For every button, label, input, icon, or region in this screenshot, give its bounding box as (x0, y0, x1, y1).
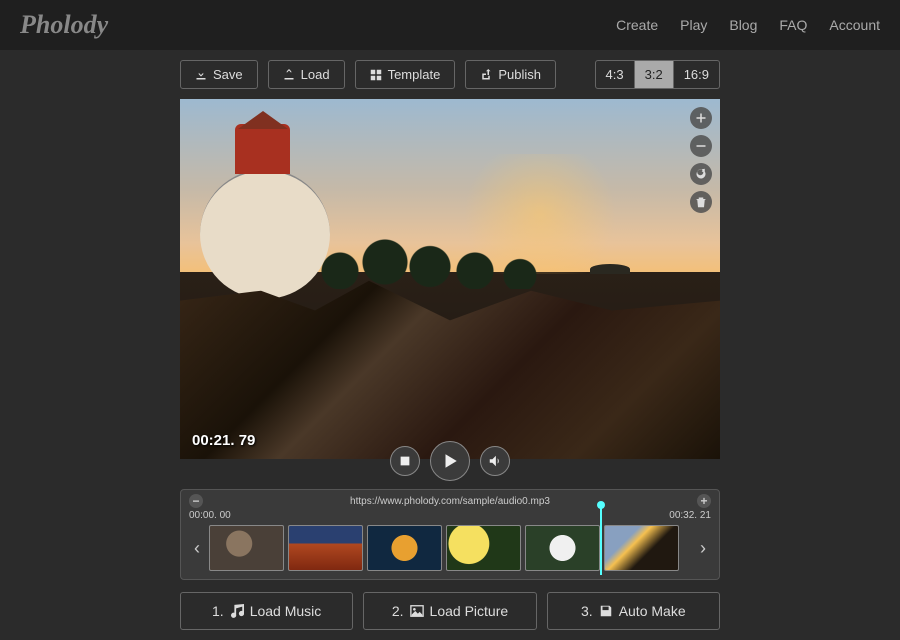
mute-button[interactable] (480, 446, 510, 476)
save-disk-icon (599, 604, 613, 618)
template-button[interactable]: Template (355, 60, 456, 89)
timeline-header: − https://www.pholody.com/sample/audio0.… (189, 494, 711, 508)
save-label: Save (213, 67, 243, 82)
thumbnail-flowers-white[interactable] (525, 525, 600, 571)
stop-icon (398, 454, 412, 468)
publish-button[interactable]: Publish (465, 60, 556, 89)
preview-canvas[interactable]: 00:21. 79 (180, 99, 720, 459)
zoom-in-button[interactable] (690, 107, 712, 129)
stop-button[interactable] (390, 446, 420, 476)
audio-url-label: https://www.pholody.com/sample/audio0.mp… (350, 496, 550, 507)
canvas-side-controls (690, 107, 712, 213)
nav-blog[interactable]: Blog (729, 17, 757, 33)
brand-logo[interactable]: Pholody (20, 10, 108, 40)
scroll-right-button[interactable]: › (695, 538, 711, 559)
delete-button[interactable] (690, 191, 712, 213)
timeline-zoom-out[interactable]: − (189, 494, 203, 508)
grid-icon (370, 69, 382, 81)
nav-account[interactable]: Account (829, 17, 880, 33)
scroll-left-button[interactable]: ‹ (189, 538, 205, 559)
music-icon (230, 604, 244, 618)
timestamp: 00:21. 79 (192, 432, 255, 449)
aspect-ratio-group: 4:3 3:2 16:9 (595, 60, 720, 89)
ratio-16-9[interactable]: 16:9 (674, 61, 719, 88)
nav-play[interactable]: Play (680, 17, 707, 33)
timeline-strip: ‹ › (189, 525, 711, 571)
download-icon (195, 69, 207, 81)
timeline-times: 00:00. 00 00:32. 21 (189, 510, 711, 521)
minus-icon (695, 140, 707, 152)
playback-controls (390, 441, 510, 481)
load-music-button[interactable]: 1. Load Music (180, 592, 353, 630)
timeline: − https://www.pholody.com/sample/audio0.… (180, 489, 720, 580)
refresh-button[interactable] (690, 163, 712, 185)
picture-icon (410, 604, 424, 618)
play-button[interactable] (430, 441, 470, 481)
refresh-icon (695, 168, 707, 180)
step1-prefix: 1. (212, 603, 224, 619)
thumbnail-canyon[interactable] (288, 525, 363, 571)
step2-prefix: 2. (392, 603, 404, 619)
nav-create[interactable]: Create (616, 17, 658, 33)
main-nav: Create Play Blog FAQ Account (616, 17, 880, 33)
preview-image (180, 99, 720, 459)
load-label: Load (301, 67, 330, 82)
load-button[interactable]: Load (268, 60, 345, 89)
playhead[interactable] (600, 525, 602, 571)
zoom-out-button[interactable] (690, 135, 712, 157)
upload-icon (283, 69, 295, 81)
thumbnail-jellyfish[interactable] (367, 525, 442, 571)
toolbar: Save Load Template Publish 4:3 3:2 16:9 (180, 60, 720, 89)
timeline-end: 00:32. 21 (669, 510, 711, 521)
step3-label: Auto Make (619, 603, 686, 619)
template-label: Template (388, 67, 441, 82)
share-icon (480, 69, 492, 81)
volume-icon (488, 454, 502, 468)
nav-faq[interactable]: FAQ (779, 17, 807, 33)
thumbnail-koala[interactable] (209, 525, 284, 571)
auto-make-button[interactable]: 3. Auto Make (547, 592, 720, 630)
play-icon (441, 452, 459, 470)
ratio-4-3[interactable]: 4:3 (596, 61, 635, 88)
step1-label: Load Music (250, 603, 322, 619)
thumbnail-track[interactable] (209, 525, 691, 571)
thumbnail-lighthouse[interactable] (604, 525, 679, 571)
ratio-3-2[interactable]: 3:2 (635, 61, 674, 88)
thumbnail-flowers-yellow[interactable] (446, 525, 521, 571)
plus-icon (695, 112, 707, 124)
timeline-zoom-in[interactable]: + (697, 494, 711, 508)
trash-icon (695, 196, 707, 208)
save-button[interactable]: Save (180, 60, 258, 89)
step2-label: Load Picture (430, 603, 509, 619)
load-picture-button[interactable]: 2. Load Picture (363, 592, 536, 630)
workspace: Save Load Template Publish 4:3 3:2 16:9 (0, 50, 900, 630)
publish-label: Publish (498, 67, 541, 82)
step3-prefix: 3. (581, 603, 593, 619)
timeline-start: 00:00. 00 (189, 510, 231, 521)
top-bar: Pholody Create Play Blog FAQ Account (0, 0, 900, 50)
step-buttons: 1. Load Music 2. Load Picture 3. Auto Ma… (180, 592, 720, 630)
